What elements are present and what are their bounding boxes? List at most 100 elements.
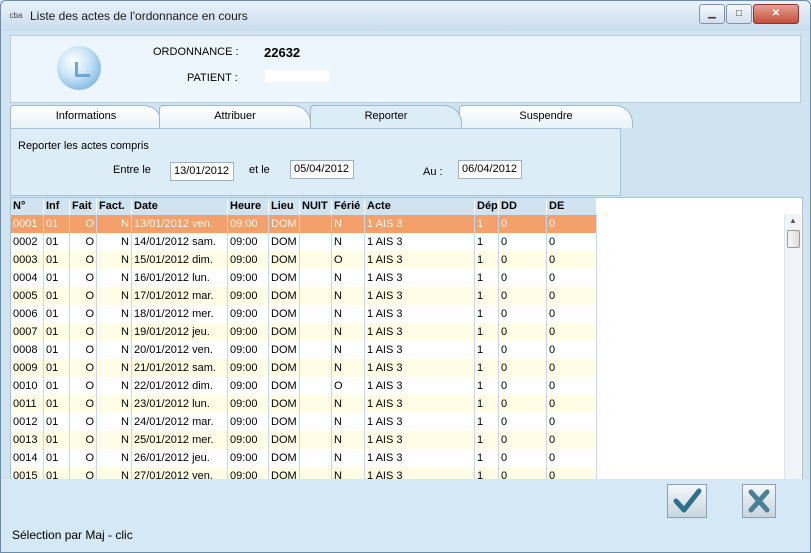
- column-header[interactable]: Acte: [365, 198, 475, 214]
- table-cell: [300, 305, 332, 323]
- table-cell: 1 AIS 3: [365, 377, 475, 395]
- validate-button[interactable]: [667, 484, 707, 518]
- start-date-field[interactable]: 13/01/2012: [170, 162, 234, 181]
- table-cell: DOM: [269, 431, 300, 449]
- table-row[interactable]: 0008 01 O N 20/01/2012 ven. 09:00 DOM N 1 AIS 31…: [11, 341, 597, 359]
- table-cell: [300, 341, 332, 359]
- table-row[interactable]: 0010 01 O N 22/01/2012 dim. 09:00 DOM O 1 AIS 31…: [11, 377, 597, 395]
- table-cell: DOM: [269, 413, 300, 431]
- column-header[interactable]: Fact.: [97, 198, 132, 214]
- table-cell: O: [70, 359, 97, 377]
- table-cell: DOM: [269, 341, 300, 359]
- table-cell: 1 AIS 3: [365, 359, 475, 377]
- table-row[interactable]: 0007 01 O N 19/01/2012 jeu. 09:00 DOM N 1 AIS 31…: [11, 323, 597, 341]
- table-cell: 09:00: [228, 341, 269, 359]
- table-cell: 0: [547, 431, 597, 449]
- column-header[interactable]: NUIT: [300, 198, 332, 214]
- table-cell: 09:00: [228, 287, 269, 305]
- vertical-scrollbar[interactable]: ▲: [784, 214, 801, 479]
- table-cell: 0: [547, 287, 597, 305]
- table-cell: 1 AIS 3: [365, 431, 475, 449]
- column-header[interactable]: DE: [547, 198, 597, 214]
- minimize-button[interactable]: ▁: [699, 4, 725, 24]
- table-row[interactable]: 0001 01 O N 13/01/2012 ven. 09:00 DOM N 1 AIS 31…: [11, 215, 597, 233]
- table-cell: 1: [475, 269, 499, 287]
- table-row[interactable]: 0012 01 O N 24/01/2012 mar. 09:00 DOM N 1 AIS 31…: [11, 413, 597, 431]
- column-header[interactable]: Dép: [475, 198, 499, 214]
- table-row[interactable]: 0002 01 O N 14/01/2012 sam. 09:00 DOM N 1 AIS 31…: [11, 233, 597, 251]
- table-cell: [300, 233, 332, 251]
- table-cell: 22/01/2012 dim.: [132, 377, 228, 395]
- table-cell: 1 AIS 3: [365, 449, 475, 467]
- table-cell: 0: [499, 341, 547, 359]
- maximize-button[interactable]: □: [726, 4, 752, 24]
- table-cell: N: [97, 305, 132, 323]
- table-cell: [300, 323, 332, 341]
- table-cell: 0: [499, 215, 547, 233]
- column-header[interactable]: Lieu: [269, 198, 300, 214]
- target-date-field[interactable]: 06/04/2012: [458, 160, 522, 179]
- table-cell: 14/01/2012 sam.: [132, 233, 228, 251]
- table-row[interactable]: 0013 01 O N 25/01/2012 mer. 09:00 DOM N 1 AIS 31…: [11, 431, 597, 449]
- end-date-field[interactable]: 05/04/2012: [290, 160, 354, 179]
- table-cell: 09:00: [228, 431, 269, 449]
- table-row[interactable]: 0009 01 O N 21/01/2012 sam. 09:00 DOM N 1 AIS 31…: [11, 359, 597, 377]
- table-cell: 0: [547, 305, 597, 323]
- table-cell: 1 AIS 3: [365, 305, 475, 323]
- table-cell: O: [70, 341, 97, 359]
- table-cell: N: [332, 431, 365, 449]
- tab-attribuer[interactable]: Attribuer: [159, 105, 311, 128]
- table-row[interactable]: 0011 01 O N 23/01/2012 lun. 09:00 DOM N 1 AIS 31…: [11, 395, 597, 413]
- table-cell: O: [70, 413, 97, 431]
- table-cell: 0: [547, 377, 597, 395]
- scroll-thumb[interactable]: [787, 230, 800, 248]
- table-cell: 0: [499, 431, 547, 449]
- tab-suspendre[interactable]: Suspendre: [459, 105, 633, 128]
- table-cell: N: [332, 323, 365, 341]
- table-cell: 1: [475, 431, 499, 449]
- table-cell: 0002: [11, 233, 44, 251]
- table-cell: 0: [499, 305, 547, 323]
- table-cell: 24/01/2012 mar.: [132, 413, 228, 431]
- table-cell: O: [70, 323, 97, 341]
- table-row[interactable]: 0003 01 O N 15/01/2012 dim. 09:00 DOM O 1 AIS 31…: [11, 251, 597, 269]
- table-cell: 09:00: [228, 233, 269, 251]
- table-row[interactable]: 0006 01 O N 18/01/2012 mer. 09:00 DOM N 1 AIS 31…: [11, 305, 597, 323]
- and-label: et le: [249, 164, 270, 176]
- column-header[interactable]: Inf: [44, 198, 70, 214]
- table-cell: 0: [547, 233, 597, 251]
- cancel-button[interactable]: [742, 484, 776, 518]
- table-cell: 0: [547, 359, 597, 377]
- table-cell: 15/01/2012 dim.: [132, 251, 228, 269]
- column-header[interactable]: Heure: [228, 198, 269, 214]
- table-cell: 0: [499, 287, 547, 305]
- title-bar[interactable]: cba Liste des actes de l'ordonnance en c…: [1, 1, 810, 31]
- column-header[interactable]: Date: [132, 198, 228, 214]
- table-cell: N: [97, 215, 132, 233]
- table-cell: 01: [44, 341, 70, 359]
- table-cell: 0: [547, 215, 597, 233]
- table-cell: 0: [499, 377, 547, 395]
- table-row[interactable]: 0014 01 O N 26/01/2012 jeu. 09:00 DOM N 1 AIS 31…: [11, 449, 597, 467]
- table-cell: 1: [475, 251, 499, 269]
- column-header[interactable]: Fait: [70, 198, 97, 214]
- table-cell: 0007: [11, 323, 44, 341]
- column-header[interactable]: Férié: [332, 198, 365, 214]
- table-cell: N: [97, 233, 132, 251]
- table-cell: N: [97, 413, 132, 431]
- table-cell: DOM: [269, 323, 300, 341]
- tab-reporter[interactable]: Reporter: [310, 105, 462, 128]
- close-button[interactable]: ✕: [753, 4, 799, 24]
- table-cell: 0: [547, 413, 597, 431]
- table-row[interactable]: 0005 01 O N 17/01/2012 mar. 09:00 DOM N 1 AIS 31…: [11, 287, 597, 305]
- table-row[interactable]: 0004 01 O N 16/01/2012 lun. 09:00 DOM N 1 AIS 31…: [11, 269, 597, 287]
- table-cell: 0013: [11, 431, 44, 449]
- scroll-up-icon[interactable]: ▲: [785, 214, 801, 228]
- column-header[interactable]: N°: [11, 198, 44, 214]
- table-cell: 1 AIS 3: [365, 413, 475, 431]
- table-cell: 26/01/2012 jeu.: [132, 449, 228, 467]
- dialog-window: cba Liste des actes de l'ordonnance en c…: [0, 0, 811, 553]
- table-cell: 1: [475, 449, 499, 467]
- tab-informations[interactable]: Informations: [10, 105, 162, 128]
- column-header[interactable]: DD: [499, 198, 547, 214]
